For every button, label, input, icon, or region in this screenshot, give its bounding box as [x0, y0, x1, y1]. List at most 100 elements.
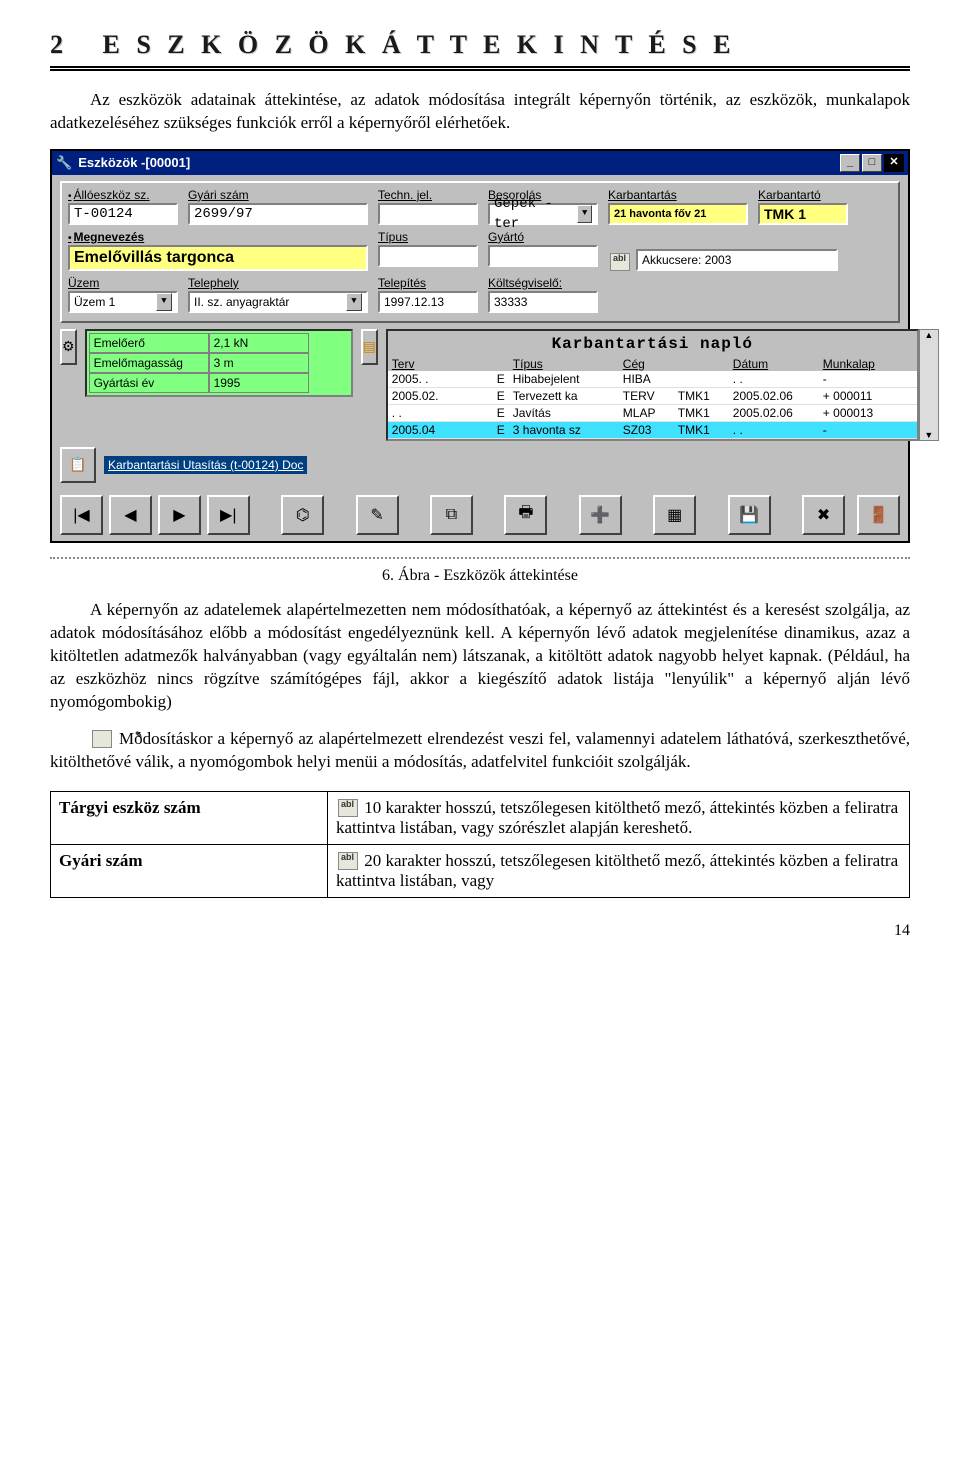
- props-grid: Emelőerő2,1 kN Emelőmagasság3 m Gyártási…: [89, 333, 349, 393]
- card-button[interactable]: ▦: [653, 495, 696, 535]
- input-koltseg[interactable]: 33333: [488, 291, 598, 313]
- abl-icon: abl: [338, 852, 358, 870]
- paragraph-2: A képernyőn az adatelemek alapértelmezet…: [50, 599, 910, 714]
- tree-button[interactable]: ⌬: [281, 495, 324, 535]
- intro-paragraph: Az eszközök adatainak áttekintése, az ad…: [50, 89, 910, 135]
- chevron-down-icon[interactable]: ▼: [577, 205, 592, 223]
- dotted-separator: [50, 557, 910, 559]
- first-icon: |◀: [73, 505, 89, 525]
- paragraph-3: ✎ Módosításkor a képernyő az alapértelme…: [50, 728, 910, 774]
- save-icon: 💾: [739, 505, 759, 525]
- label-telephely[interactable]: Telephely: [188, 275, 368, 291]
- print-icon: 🖶: [518, 501, 533, 528]
- input-tipus[interactable]: [378, 245, 478, 267]
- input-telepites[interactable]: 1997.12.13: [378, 291, 478, 313]
- prev-button[interactable]: ◀: [109, 495, 152, 535]
- maximize-button[interactable]: □: [862, 154, 882, 172]
- input-gyari[interactable]: 2699/97: [188, 203, 368, 225]
- input-gyarto[interactable]: [488, 245, 598, 267]
- value-cell: abl 20 karakter hosszú, tetszőlegesen ki…: [328, 845, 910, 898]
- input-alloeszkoz[interactable]: T-00124: [68, 203, 178, 225]
- print-button[interactable]: 🖶: [504, 495, 547, 535]
- input-megnevezes[interactable]: Emelővillás targonca: [68, 245, 368, 271]
- next-button[interactable]: ▶: [158, 495, 201, 535]
- field-description-table: Tárgyi eszköz szám abl 10 karakter hossz…: [50, 791, 910, 898]
- doc-link[interactable]: Karbantartási Utasítás (t-00124) Doc: [104, 456, 307, 474]
- input-besorolas[interactable]: Gépek - ter▼: [488, 203, 598, 225]
- log-row[interactable]: 2005.02.ETervezett kaTERVTMK12005.02.06+…: [388, 388, 917, 405]
- next-icon: ▶: [173, 505, 185, 525]
- label-megnevezes[interactable]: Megnevezés: [68, 229, 368, 245]
- input-telephely[interactable]: II. sz. anyagraktár▼: [188, 291, 368, 313]
- exit-button[interactable]: 🚪: [857, 495, 900, 535]
- edit-icon: ✎: [370, 505, 383, 525]
- edit-icon: ✎: [92, 730, 112, 748]
- input-techn[interactable]: [378, 203, 478, 225]
- copy-button[interactable]: ⧉: [430, 495, 473, 535]
- chapter-title: E S Z K Ö Z Ö K Á T T E K I N T É S E: [103, 30, 736, 59]
- label-alloeszkoz[interactable]: Állóeszköz sz.: [68, 187, 178, 203]
- log-row-selected[interactable]: 2005.04E3 havonta szSZ03TMK1 . .-: [388, 422, 917, 439]
- label-techn[interactable]: Techn. jel.: [378, 187, 478, 203]
- close-button[interactable]: ✕: [884, 154, 904, 172]
- label-uzem[interactable]: Üzem: [68, 275, 178, 291]
- chapter-heading: 2 E S Z K Ö Z Ö K Á T T E K I N T É S E: [50, 30, 910, 71]
- last-button[interactable]: ▶|: [207, 495, 250, 535]
- card-icon: ▦: [667, 505, 682, 525]
- log-icon-button[interactable]: ▤: [361, 329, 378, 365]
- log-title: Karbantartási napló: [388, 331, 917, 357]
- bottom-toolbar: |◀ ◀ ▶ ▶| ⌬ ✎ ⧉ 🖶 ➕ ▦ 💾 ✖ 🚪: [52, 489, 908, 541]
- save-button[interactable]: 💾: [728, 495, 771, 535]
- form-card: Állóeszköz sz. T-00124 Gyári szám 2699/9…: [60, 181, 900, 323]
- table-row: Gyári szám abl 20 karakter hosszú, tetsz…: [51, 845, 910, 898]
- value-cell: abl 10 karakter hosszú, tetszőlegesen ki…: [328, 792, 910, 845]
- log-row[interactable]: . .EJavításMLAPTMK12005.02.06+ 000013: [388, 405, 917, 422]
- gear-icon: ⚙: [62, 338, 75, 355]
- window-title: Eszközök -[00001]: [78, 155, 190, 170]
- copy-icon: ⧉: [446, 506, 457, 524]
- props-icon-button[interactable]: ⚙: [60, 329, 77, 365]
- input-karbantarto[interactable]: TMK 1: [758, 203, 848, 225]
- label-koltseg[interactable]: Költségviselő:: [488, 275, 598, 291]
- edit-button[interactable]: ✎: [356, 495, 399, 535]
- table-row: Tárgyi eszköz szám abl 10 karakter hossz…: [51, 792, 910, 845]
- chevron-down-icon[interactable]: ▼: [156, 293, 172, 311]
- abl-icon: abl: [338, 799, 358, 817]
- minimize-button[interactable]: _: [840, 154, 860, 172]
- tree-icon: ⌬: [296, 505, 310, 525]
- prev-icon: ◀: [124, 505, 136, 525]
- scroll-up-icon[interactable]: ▲: [924, 330, 933, 340]
- first-button[interactable]: |◀: [60, 495, 103, 535]
- label-telepites[interactable]: Telepítés: [378, 275, 478, 291]
- doc-icon-button[interactable]: 📋: [60, 447, 96, 483]
- clipboard-icon: 📋: [69, 456, 86, 473]
- label-tipus[interactable]: Típus: [378, 229, 478, 245]
- new-icon: ➕: [590, 505, 610, 525]
- label-karbantartas[interactable]: Karbantartás: [608, 187, 748, 203]
- titlebar: 🔧 Eszközök -[00001] _ □ ✕: [52, 151, 908, 175]
- label-gyarto[interactable]: Gyártó: [488, 229, 598, 245]
- input-karbantartas[interactable]: 21 havonta főv 21: [608, 203, 748, 225]
- chapter-number: 2: [50, 30, 68, 59]
- input-uzem[interactable]: Üzem 1▼: [68, 291, 178, 313]
- log-row[interactable]: 2005. .EHibabejelentHIBA . .-: [388, 371, 917, 388]
- delete-button[interactable]: ✖: [802, 495, 845, 535]
- door-icon: 🚪: [869, 505, 889, 525]
- key-cell: Gyári szám: [51, 845, 328, 898]
- notebook-icon: ▤: [363, 338, 376, 355]
- scroll-down-icon[interactable]: ▼: [924, 430, 933, 440]
- input-extra-note[interactable]: Akkucsere: 2003: [636, 249, 838, 271]
- last-icon: ▶|: [220, 505, 236, 525]
- page-number: 14: [50, 898, 910, 940]
- log-header: Terv Típus Cég Dátum Munkalap: [388, 357, 917, 371]
- new-button[interactable]: ➕: [579, 495, 622, 535]
- label-karbantarto[interactable]: Karbantartó: [758, 187, 848, 203]
- figure-caption: 6. Ábra - Eszközök áttekintése: [50, 567, 910, 585]
- wrench-icon: 🔧: [56, 155, 72, 171]
- delete-icon: ✖: [817, 505, 830, 525]
- log-scrollbar[interactable]: ▲▼: [919, 329, 939, 441]
- chevron-down-icon[interactable]: ▼: [346, 293, 362, 311]
- abl-icon[interactable]: abl: [610, 253, 630, 271]
- key-cell: Tárgyi eszköz szám: [51, 792, 328, 845]
- label-gyari[interactable]: Gyári szám: [188, 187, 368, 203]
